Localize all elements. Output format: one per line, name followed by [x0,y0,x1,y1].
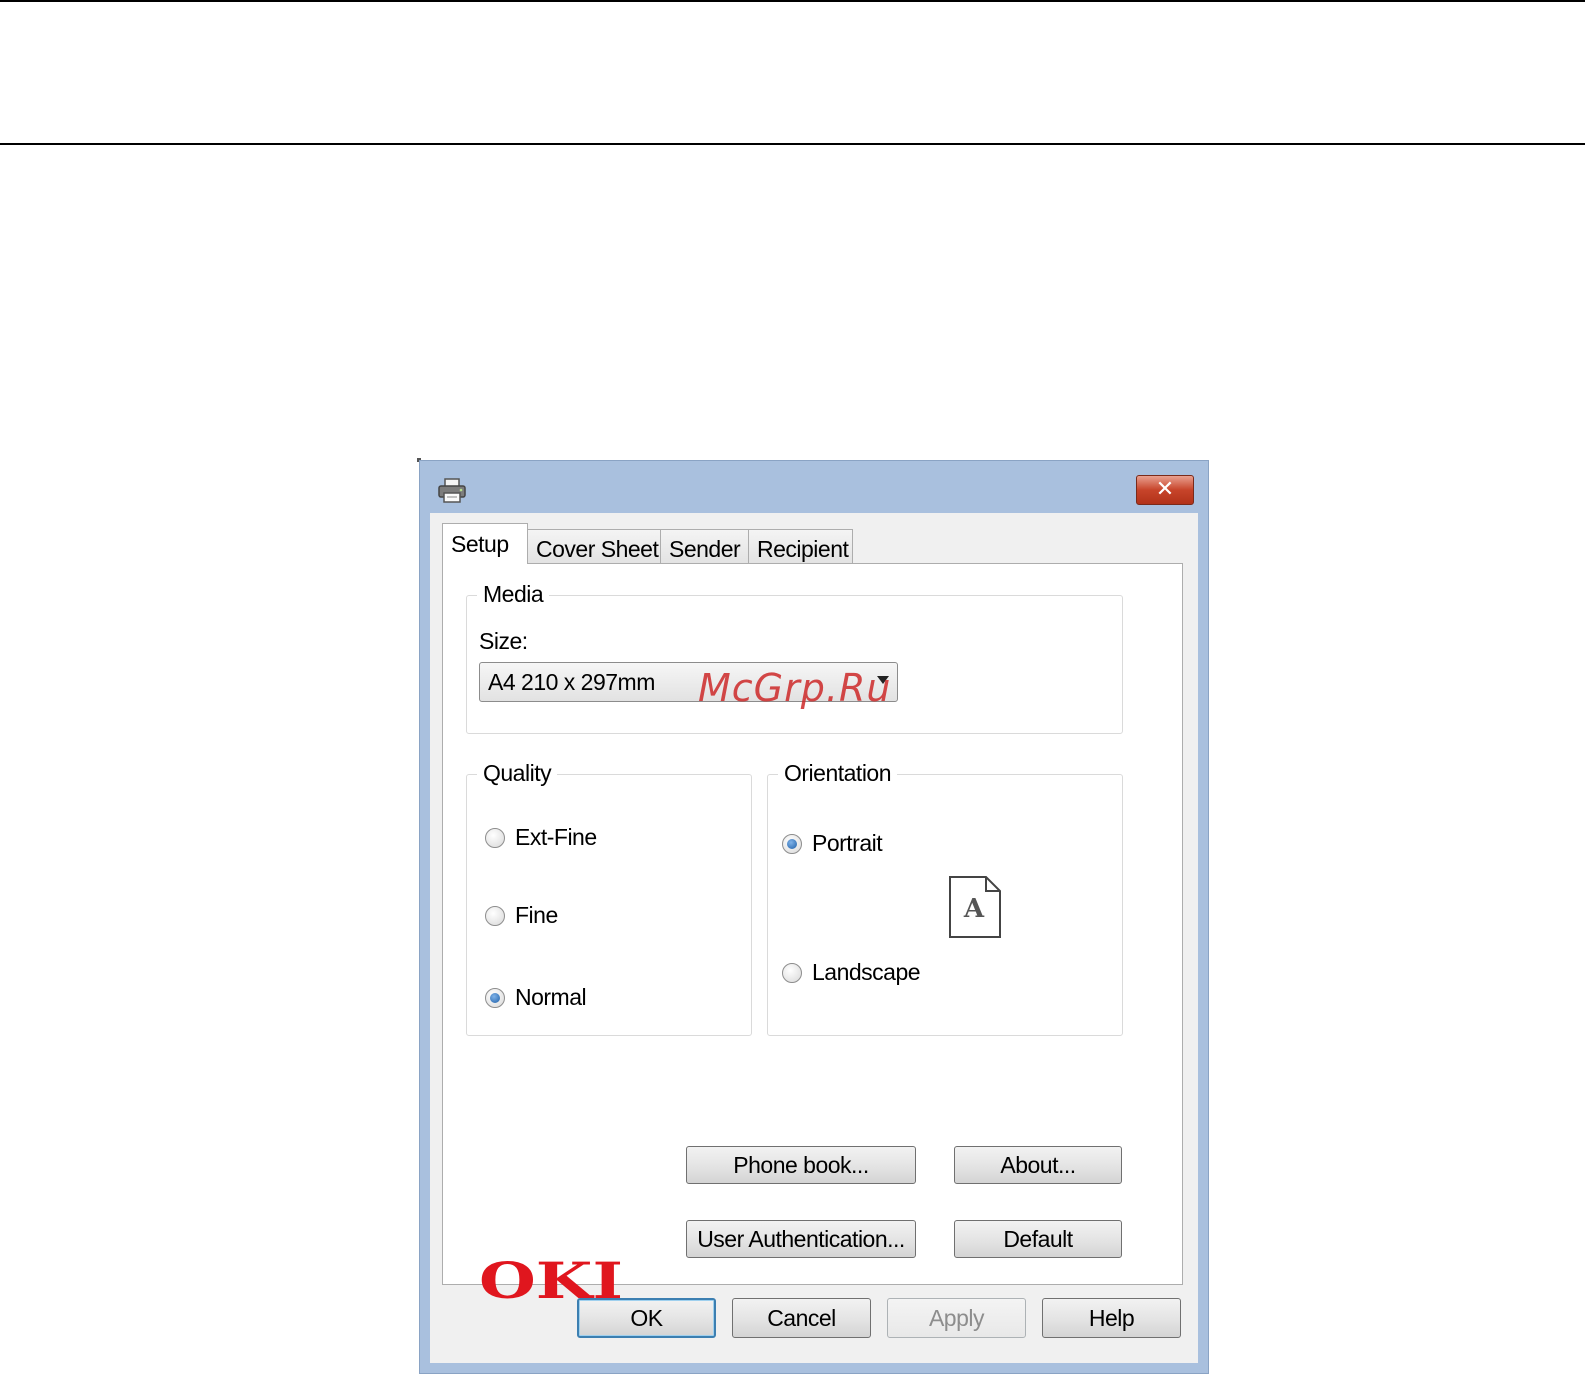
about-button[interactable]: About... [954,1146,1122,1184]
radio-button[interactable] [782,833,802,854]
size-label: Size: [479,628,528,654]
quality-ext-fine-radio[interactable]: Ext-Fine [485,824,597,851]
ok-button[interactable]: OK [577,1298,716,1338]
quality-group-label: Quality [477,757,558,789]
portrait-preview-letter: A [963,894,985,924]
apply-button[interactable]: Apply [887,1298,1026,1338]
tab-setup-label: Setup [451,531,509,557]
tab-recipient[interactable]: Recipient [748,529,853,563]
user-authentication-label: User Authentication... [697,1225,905,1252]
orientation-landscape-label: Landscape [812,959,921,985]
orientation-portrait-label: Portrait [812,830,883,856]
tab-cover-sheet[interactable]: Cover Sheet [527,529,661,563]
header-rule [0,143,1585,145]
user-authentication-button[interactable]: User Authentication... [686,1220,916,1258]
tab-recipient-label: Recipient [757,536,849,562]
orientation-group-label: Orientation [778,757,898,789]
ok-label: OK [630,1304,663,1331]
default-label: Default [1003,1225,1073,1252]
media-group-label: Media [477,578,550,610]
phone-book-button[interactable]: Phone book... [686,1146,916,1184]
quality-group: Quality Ext-Fine Fine Normal [466,757,752,1036]
close-button[interactable]: ✕ [1136,475,1194,505]
oki-logo-text: OKI [479,1256,623,1304]
close-icon: ✕ [1155,477,1175,502]
tab-sender[interactable]: Sender [660,529,749,563]
fax-properties-dialog: ✕ Setup Cover Sheet Sender Recipient Med… [419,460,1209,1374]
quality-fine-label: Fine [515,902,558,928]
cancel-label: Cancel [767,1304,836,1331]
default-button[interactable]: Default [954,1220,1122,1258]
radio-button[interactable] [782,962,802,983]
cancel-button[interactable]: Cancel [732,1298,871,1338]
quality-ext-fine-label: Ext-Fine [515,824,597,850]
radio-button[interactable] [485,905,505,926]
watermark-text: McGrp.Ru [698,666,892,710]
portrait-page-icon: A [949,876,1001,938]
radio-button[interactable] [485,987,505,1008]
orientation-group: Orientation Portrait A Landscape [767,757,1123,1036]
tab-sender-label: Sender [669,536,741,562]
oki-logo: OKI [479,1256,623,1304]
tab-setup[interactable]: Setup [442,523,528,564]
top-rule [0,0,1585,2]
orientation-portrait-radio[interactable]: Portrait [782,830,883,857]
quality-normal-radio[interactable]: Normal [485,984,587,1011]
phone-book-label: Phone book... [733,1151,869,1178]
printer-icon [438,478,466,503]
help-label: Help [1088,1304,1135,1331]
radio-button[interactable] [485,827,505,848]
about-label: About... [1000,1151,1076,1178]
orientation-landscape-radio[interactable]: Landscape [782,959,921,986]
quality-fine-radio[interactable]: Fine [485,902,558,929]
tab-cover-sheet-label: Cover Sheet [536,536,659,562]
apply-label: Apply [928,1304,985,1331]
quality-normal-label: Normal [515,984,587,1010]
help-button[interactable]: Help [1042,1298,1181,1338]
media-group: Media Size: A4 210 x 297mm [466,578,1123,734]
dialog-client-area: Setup Cover Sheet Sender Recipient Media… [430,513,1198,1363]
paper-size-value: A4 210 x 297mm [488,669,655,695]
